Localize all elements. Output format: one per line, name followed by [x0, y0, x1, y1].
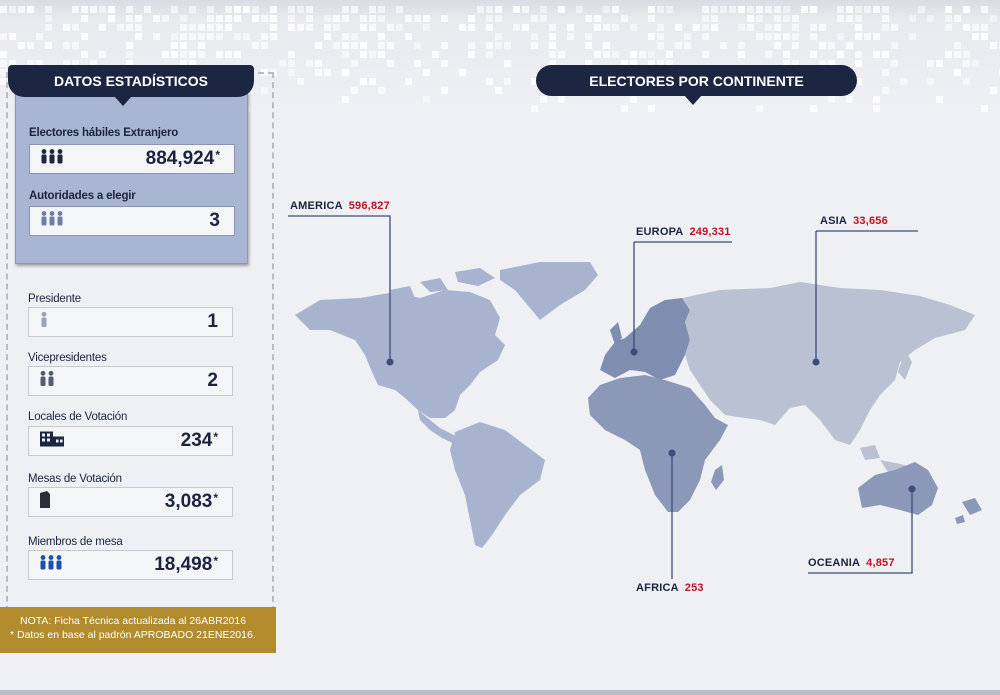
north-america-shape	[295, 290, 505, 418]
continent-label-america: AMERICA 596,827	[290, 200, 390, 212]
continent-name: ASIA	[820, 215, 848, 227]
australia-shape	[858, 462, 938, 515]
continent-name: AMERICA	[290, 200, 343, 212]
world-map	[288, 215, 982, 579]
south-america-shape	[450, 422, 545, 548]
bottom-border	[0, 690, 1000, 695]
continent-name: EUROPA	[636, 226, 684, 238]
continent-value: 4,857	[866, 557, 895, 569]
asia-shape	[682, 282, 975, 445]
continent-value: 596,827	[348, 200, 390, 212]
greenland-shape	[500, 262, 598, 320]
continent-label-oceania: OCEANIA 4,857	[808, 557, 895, 569]
madagascar-shape	[711, 465, 724, 490]
africa-shape	[588, 375, 728, 512]
continent-label-asia: ASIA 33,656	[820, 215, 888, 227]
continent-name: OCEANIA	[808, 557, 861, 569]
continent-value: 249,331	[689, 226, 731, 238]
continent-label-africa: AFRICA 253	[636, 582, 704, 594]
new-zealand-shape	[955, 498, 982, 524]
continent-value: 253	[684, 582, 704, 594]
continent-label-europa: EUROPA 249,331	[636, 226, 731, 238]
continent-value: 33,656	[853, 215, 888, 227]
continent-name: AFRICA	[636, 582, 679, 594]
